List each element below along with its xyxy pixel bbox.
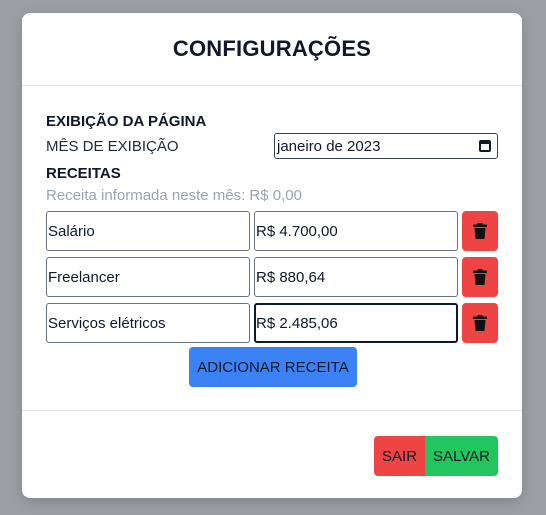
modal-header: CONFIGURAÇÕES: [22, 13, 522, 86]
delete-income-button[interactable]: [462, 257, 498, 297]
trash-icon: [473, 223, 487, 239]
income-name-input[interactable]: Salário: [46, 211, 250, 251]
income-section-title: RECEITAS: [46, 165, 121, 182]
trash-icon: [473, 269, 487, 285]
month-row: MÊS DE EXIBIÇÃO janeiro de 2023: [46, 133, 498, 159]
add-income-wrap: ADICIONAR RECEITA: [46, 347, 498, 387]
delete-income-button[interactable]: [462, 211, 498, 251]
income-value-input[interactable]: R$ 2.485,06: [254, 303, 458, 343]
month-input[interactable]: janeiro de 2023: [274, 133, 498, 159]
add-income-button[interactable]: ADICIONAR RECEITA: [189, 347, 357, 387]
income-info: Receita informada neste mês: R$ 0,00: [46, 187, 302, 204]
settings-modal: CONFIGURAÇÕES EXIBIÇÃO DA PÁGINA MÊS DE …: [22, 13, 522, 498]
income-name-input[interactable]: Serviços elétricos: [46, 303, 250, 343]
trash-icon: [473, 315, 487, 331]
income-row: Salário R$ 4.700,00: [46, 211, 498, 251]
delete-income-button[interactable]: [462, 303, 498, 343]
save-button[interactable]: SALVAR: [425, 436, 498, 476]
income-row: Serviços elétricos R$ 2.485,06: [46, 303, 498, 343]
income-name-input[interactable]: Freelancer: [46, 257, 250, 297]
exit-button[interactable]: SAIR: [374, 436, 426, 476]
month-label: MÊS DE EXIBIÇÃO: [46, 137, 179, 155]
modal-footer: SAIR SALVAR: [22, 410, 522, 476]
income-value-input[interactable]: R$ 4.700,00: [254, 211, 458, 251]
modal-body: EXIBIÇÃO DA PÁGINA MÊS DE EXIBIÇÃO janei…: [46, 113, 498, 387]
month-value: janeiro de 2023: [277, 137, 381, 155]
income-row: Freelancer R$ 880,64: [46, 257, 498, 297]
display-section-title: EXIBIÇÃO DA PÁGINA: [46, 113, 207, 130]
footer-buttons: SAIR SALVAR: [374, 436, 498, 476]
calendar-icon[interactable]: [479, 140, 491, 152]
modal-title: CONFIGURAÇÕES: [172, 36, 372, 61]
income-value-input[interactable]: R$ 880,64: [254, 257, 458, 297]
